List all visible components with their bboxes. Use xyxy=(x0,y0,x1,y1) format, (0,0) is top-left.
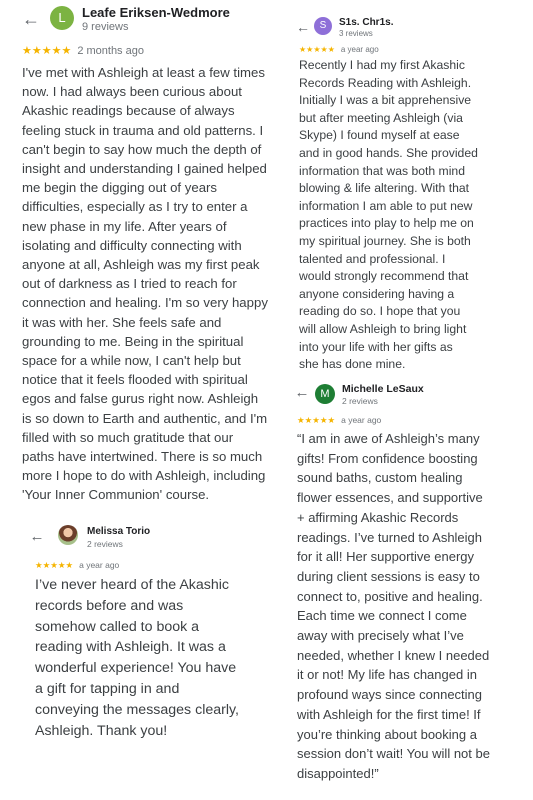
review-text: I’ve never heard of the Akashic records … xyxy=(35,577,239,739)
review-time: a year ago xyxy=(341,415,382,425)
rating-row: ★★★★★ 2 months ago xyxy=(22,44,144,57)
star-icon: ★★★★★ xyxy=(297,415,336,425)
review-count: 9 reviews xyxy=(82,21,129,33)
star-icon: ★★★★★ xyxy=(35,560,74,570)
review-card: ← Melissa Torio 2 reviews ★★★★★ a year ag… xyxy=(0,517,290,800)
review-time: 2 months ago xyxy=(77,45,144,57)
review-text: I've met with Ashleigh at least a few ti… xyxy=(22,65,268,503)
avatar[interactable]: L xyxy=(50,6,74,30)
review-count: 2 reviews xyxy=(342,396,378,406)
review-text: “I am in awe of Ashleigh’s many gifts! F… xyxy=(297,431,490,781)
arrow-left-icon[interactable]: ← xyxy=(20,8,42,30)
rating-row: ★★★★★ a year ago xyxy=(299,45,379,54)
arrow-left-icon[interactable]: ← xyxy=(291,382,313,404)
review-text: Recently I had my first Akashic Records … xyxy=(299,58,478,372)
avatar[interactable]: S xyxy=(314,17,332,35)
review-count: 3 reviews xyxy=(339,29,373,38)
review-time: a year ago xyxy=(79,560,120,570)
reviewer-name[interactable]: Melissa Torio xyxy=(87,526,150,537)
review-time: a year ago xyxy=(340,45,379,54)
arrow-left-icon[interactable]: ← xyxy=(26,526,48,548)
avatar[interactable]: M xyxy=(315,384,335,404)
avatar-photo[interactable] xyxy=(58,525,78,545)
reviewer-name[interactable]: Leafe Eriksen-Wedmore xyxy=(82,5,230,20)
review-count: 2 reviews xyxy=(87,539,123,549)
review-card: ← S S1s. Chr1s. 3 reviews ★★★★★ a year ag… xyxy=(292,0,533,371)
rating-row: ★★★★★ a year ago xyxy=(297,415,381,426)
arrow-left-icon[interactable]: ← xyxy=(292,16,314,38)
star-icon: ★★★★★ xyxy=(22,45,72,57)
rating-row: ★★★★★ a year ago xyxy=(35,560,119,571)
reviewer-name[interactable]: S1s. Chr1s. xyxy=(339,17,393,28)
review-card: ← M Michelle LeSaux 2 reviews ★★★★★ a yea… xyxy=(291,372,533,800)
review-card: ← L Leafe Eriksen-Wedmore 9 reviews ★★★★… xyxy=(0,0,290,510)
reviewer-name[interactable]: Michelle LeSaux xyxy=(342,383,424,395)
star-icon: ★★★★★ xyxy=(299,45,335,54)
